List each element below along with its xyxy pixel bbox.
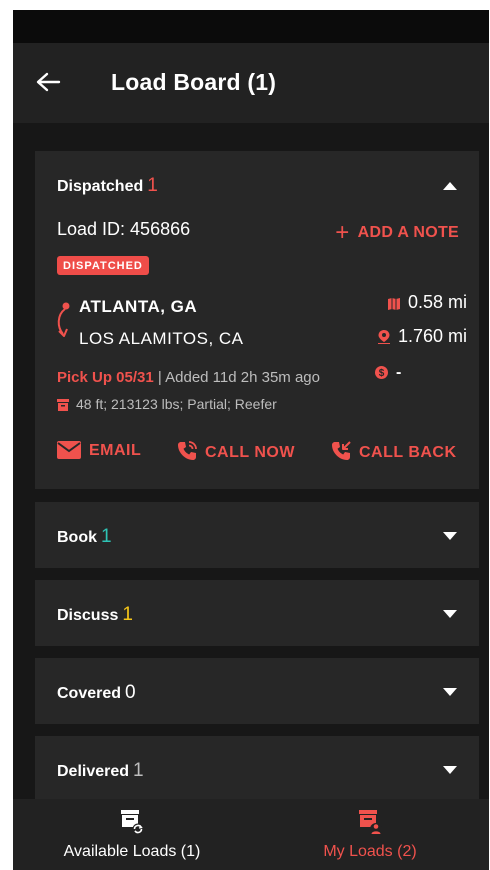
- app-bar: Load Board (1): [13, 43, 489, 123]
- caret-up-icon[interactable]: [443, 182, 457, 190]
- section-label: Covered: [57, 685, 122, 702]
- bottom-navigation: Available Loads (1) My Loads (2): [13, 799, 489, 870]
- phone-callback-icon: [332, 441, 351, 460]
- section-count: 1: [122, 604, 133, 625]
- caret-down-icon[interactable]: [443, 766, 457, 774]
- dollar-icon: $: [375, 366, 388, 379]
- section-title: Dispatched 1: [57, 175, 158, 197]
- section-count: 1: [147, 175, 158, 196]
- deadhead-value: 0.58 mi: [407, 292, 467, 312]
- page-title: Load Board (1): [111, 69, 277, 95]
- phone-screen: Load Board (1) Dispatched 1 Load ID: 4568…: [13, 10, 489, 870]
- origin-city: ATLANTA, GA: [79, 297, 198, 316]
- rate: $ -: [375, 364, 401, 382]
- plus-icon: +: [335, 219, 350, 246]
- equipment-specs: 48 ft; 213123 lbs; Partial; Reefer: [57, 396, 277, 412]
- section-title: Covered 0: [57, 682, 136, 704]
- section-label: Discuss: [57, 607, 119, 624]
- phone-icon: [178, 441, 197, 460]
- pickup-info: Pick Up 05/31 | Added 11d 2h 35m ago: [57, 369, 320, 386]
- call-now-label: CALL NOW: [205, 444, 295, 461]
- section-delivered[interactable]: Delivered 1: [35, 736, 479, 802]
- caret-down-icon[interactable]: [443, 532, 457, 540]
- section-covered[interactable]: Covered 0: [35, 658, 479, 724]
- caret-down-icon[interactable]: [443, 610, 457, 618]
- add-note-label: ADD A NOTE: [357, 224, 459, 241]
- truck-refresh-icon: [121, 810, 144, 835]
- section-dispatched-header[interactable]: Dispatched 1: [35, 151, 479, 217]
- specs-text: 48 ft; 213123 lbs; Partial; Reefer: [76, 396, 277, 412]
- call-back-label: CALL BACK: [359, 444, 457, 461]
- caret-down-icon[interactable]: [443, 688, 457, 696]
- section-count: 1: [101, 526, 112, 547]
- route-icon: [57, 302, 70, 337]
- truck-user-icon: [359, 810, 382, 835]
- section-label: Delivered: [57, 763, 130, 780]
- status-bar: [13, 10, 489, 43]
- load-sections: Dispatched 1 Load ID: 456866 + ADD A NOTE …: [13, 123, 489, 802]
- added-time: | Added 11d 2h 35m ago: [157, 369, 320, 386]
- section-title: Book 1: [57, 526, 112, 548]
- svg-text:$: $: [379, 368, 385, 379]
- map-icon: [387, 298, 400, 310]
- location-pin-icon: [377, 330, 390, 345]
- nav-my-loads[interactable]: My Loads (2): [251, 799, 489, 870]
- section-count: 0: [125, 682, 136, 703]
- load-actions: EMAIL CALL NOW CALL BACK: [35, 441, 479, 471]
- nav-my-loads-label: My Loads (2): [323, 843, 417, 860]
- add-note-button[interactable]: + ADD A NOTE: [335, 219, 459, 247]
- nav-available-loads-label: Available Loads (1): [63, 843, 201, 860]
- call-now-button[interactable]: CALL NOW: [177, 441, 295, 462]
- section-book[interactable]: Book 1: [35, 502, 479, 568]
- email-icon: [57, 441, 81, 459]
- section-title: Delivered 1: [57, 760, 144, 782]
- nav-available-loads[interactable]: Available Loads (1): [13, 799, 251, 870]
- back-arrow-icon[interactable]: [35, 71, 61, 93]
- section-discuss[interactable]: Discuss 1: [35, 580, 479, 646]
- trip-distance: 1.760 mi: [377, 326, 467, 347]
- section-label: Book: [57, 529, 97, 546]
- distance-value: 1.760 mi: [397, 326, 467, 346]
- email-label: EMAIL: [89, 442, 142, 459]
- rate-value: -: [396, 364, 402, 381]
- section-label: Dispatched: [57, 178, 144, 195]
- destination-city: LOS ALAMITOS, CA: [79, 329, 244, 348]
- email-button[interactable]: EMAIL: [57, 441, 141, 460]
- deadhead-distance: 0.58 mi: [387, 292, 467, 313]
- load-id: Load ID: 456866: [57, 219, 191, 239]
- section-dispatched: Dispatched 1 Load ID: 456866 + ADD A NOTE …: [35, 151, 479, 489]
- status-badge: DISPATCHED: [57, 256, 149, 275]
- call-back-button[interactable]: CALL BACK: [331, 441, 457, 462]
- section-title: Discuss 1: [57, 604, 133, 626]
- pickup-date: Pick Up 05/31: [57, 369, 154, 386]
- trailer-icon: [57, 399, 69, 411]
- section-count: 1: [133, 760, 144, 781]
